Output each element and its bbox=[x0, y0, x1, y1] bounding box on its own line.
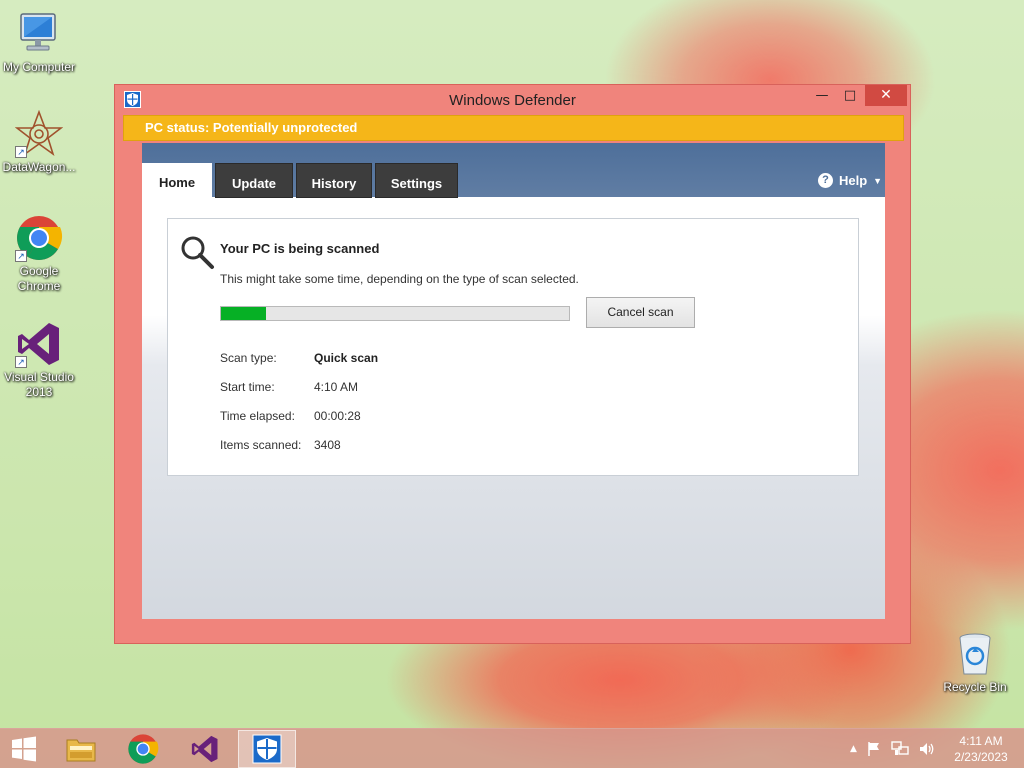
taskbar-visual-studio[interactable] bbox=[176, 730, 234, 768]
info-value: 3408 bbox=[314, 438, 341, 452]
desktop-icon-label: My Computer bbox=[2, 60, 76, 74]
info-label: Scan type: bbox=[220, 351, 277, 365]
defender-client-area: Home Update History Settings ? Help ▼ Yo… bbox=[142, 143, 885, 619]
info-value: 00:00:28 bbox=[314, 409, 361, 423]
visual-studio-icon bbox=[191, 735, 218, 763]
help-label: Help bbox=[839, 173, 868, 188]
desktop-icon-visual-studio[interactable]: ↗ Visual Studio 2013 bbox=[0, 320, 78, 400]
scan-heading: Your PC is being scanned bbox=[220, 241, 380, 256]
chevron-up-icon[interactable]: ▲ bbox=[850, 744, 857, 754]
start-button[interactable] bbox=[0, 730, 48, 768]
volume-icon[interactable] bbox=[918, 741, 936, 757]
clock-date: 2/23/2023 bbox=[954, 750, 1008, 764]
scan-progress-bar bbox=[220, 306, 570, 321]
tab-settings[interactable]: Settings bbox=[375, 163, 458, 198]
taskbar-file-explorer[interactable] bbox=[52, 730, 110, 768]
clock-time: 4:11 AM bbox=[959, 734, 1003, 748]
info-label: Items scanned: bbox=[220, 438, 302, 452]
windows-defender-window: Windows Defender — □ ✕ PC status: Potent… bbox=[114, 84, 911, 644]
maximize-button[interactable]: □ bbox=[837, 85, 863, 106]
desktop-icon-google-chrome[interactable]: ↗ Google Chrome bbox=[0, 214, 78, 294]
info-label: Time elapsed: bbox=[220, 409, 295, 423]
desktop-icon-recycle-bin[interactable]: Recycle Bin bbox=[936, 630, 1014, 695]
desktop-icon-label: Google Chrome bbox=[17, 264, 61, 293]
datawagon-icon: ↗ bbox=[14, 109, 64, 158]
chrome-icon: ↗ bbox=[15, 214, 63, 262]
taskbar: ▲ 4:11 AM 2/23/2023 bbox=[0, 728, 1024, 768]
desktop-icon-my-computer[interactable]: My Computer bbox=[0, 10, 78, 75]
taskbar-windows-defender[interactable] bbox=[238, 730, 296, 768]
desktop-icon-label: DataWagon... bbox=[2, 160, 76, 174]
file-explorer-icon bbox=[66, 739, 96, 762]
scan-progress-fill bbox=[221, 307, 267, 320]
recycle-bin-icon bbox=[951, 630, 999, 678]
help-menu[interactable]: ? Help ▼ bbox=[818, 173, 882, 188]
window-title: Windows Defender bbox=[449, 92, 576, 109]
chrome-icon bbox=[128, 734, 159, 764]
close-button[interactable]: ✕ bbox=[865, 85, 907, 106]
scan-status-card: Your PC is being scanned This might take… bbox=[167, 218, 859, 476]
cancel-scan-button[interactable]: Cancel scan bbox=[586, 297, 695, 328]
minimize-button[interactable]: — bbox=[809, 85, 835, 106]
magnifier-icon bbox=[179, 234, 215, 270]
visual-studio-icon: ↗ bbox=[15, 320, 63, 368]
taskbar-clock[interactable]: 4:11 AM 2/23/2023 bbox=[948, 733, 1014, 765]
action-center-flag-icon[interactable] bbox=[866, 741, 882, 757]
shortcut-arrow-icon: ↗ bbox=[15, 146, 27, 158]
desktop-icon-label: Visual Studio 2013 bbox=[4, 370, 74, 399]
shortcut-arrow-icon: ↗ bbox=[15, 356, 27, 368]
pc-status-bar: PC status: Potentially unprotected bbox=[123, 115, 904, 141]
info-value: Quick scan bbox=[314, 351, 379, 365]
desktop-icon-label: Recycle Bin bbox=[943, 680, 1007, 694]
windows-defender-icon bbox=[252, 734, 282, 764]
chevron-down-icon: ▼ bbox=[873, 175, 883, 186]
title-bar[interactable]: Windows Defender — □ ✕ bbox=[115, 85, 910, 115]
info-label: Start time: bbox=[220, 380, 275, 394]
tab-home[interactable]: Home bbox=[142, 163, 212, 199]
windows-start-icon bbox=[12, 736, 36, 762]
info-value: 4:10 AM bbox=[314, 380, 359, 394]
tab-update[interactable]: Update bbox=[215, 163, 293, 198]
help-question-icon: ? bbox=[818, 173, 833, 188]
desktop-icon-datawagon[interactable]: ↗ DataWagon... bbox=[0, 109, 78, 175]
scan-subtext: This might take some time, depending on … bbox=[220, 272, 579, 286]
taskbar-chrome[interactable] bbox=[114, 730, 172, 768]
network-icon[interactable] bbox=[891, 741, 909, 757]
system-tray: ▲ bbox=[850, 729, 936, 768]
shortcut-arrow-icon: ↗ bbox=[15, 250, 27, 262]
tab-history[interactable]: History bbox=[296, 163, 372, 198]
monitor-icon bbox=[15, 10, 63, 58]
